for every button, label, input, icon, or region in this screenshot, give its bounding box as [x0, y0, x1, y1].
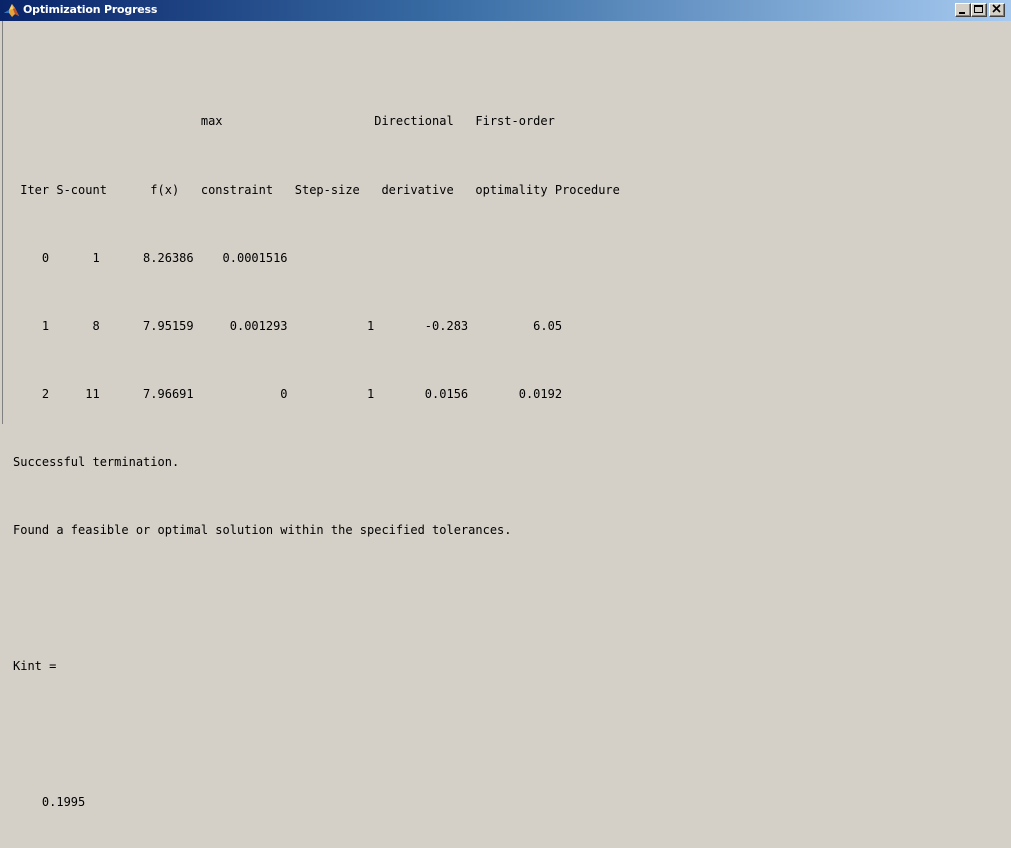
- result-label: Kint =: [13, 659, 57, 674]
- minimize-button[interactable]: [955, 3, 971, 17]
- maximize-button[interactable]: [971, 3, 987, 17]
- table-row: 2 11 7.96691 0 1 0.0156 0.0192: [13, 386, 563, 401]
- table-row: 1 8 7.95159 0.001293 1 -0.283 6.05: [13, 318, 563, 333]
- table-row: 0 1 8.26386 0.0001516: [13, 250, 288, 265]
- matlab-logo-icon: [4, 4, 19, 17]
- table-header-line-1: max Directional First-order: [13, 114, 555, 129]
- maximize-icon: [974, 5, 983, 13]
- console-output: max Directional First-order Iter S-count…: [13, 65, 620, 848]
- minimize-icon: [959, 12, 965, 14]
- window-title: Optimization Progress: [23, 3, 158, 16]
- close-button[interactable]: [989, 3, 1005, 17]
- result-value: 0.1995: [13, 795, 86, 810]
- solution-message: Found a feasible or optimal solution wit…: [13, 522, 512, 537]
- title-bar[interactable]: Optimization Progress: [0, 0, 1011, 21]
- optimization-progress-window: Optimization Progress max Directional Fi…: [0, 0, 1011, 809]
- table-header-line-2: Iter S-count f(x) constraint Step-size d…: [13, 182, 620, 197]
- output-pane[interactable]: max Directional First-order Iter S-count…: [2, 21, 1011, 809]
- close-icon: [992, 4, 1001, 13]
- termination-message: Successful termination.: [13, 454, 180, 469]
